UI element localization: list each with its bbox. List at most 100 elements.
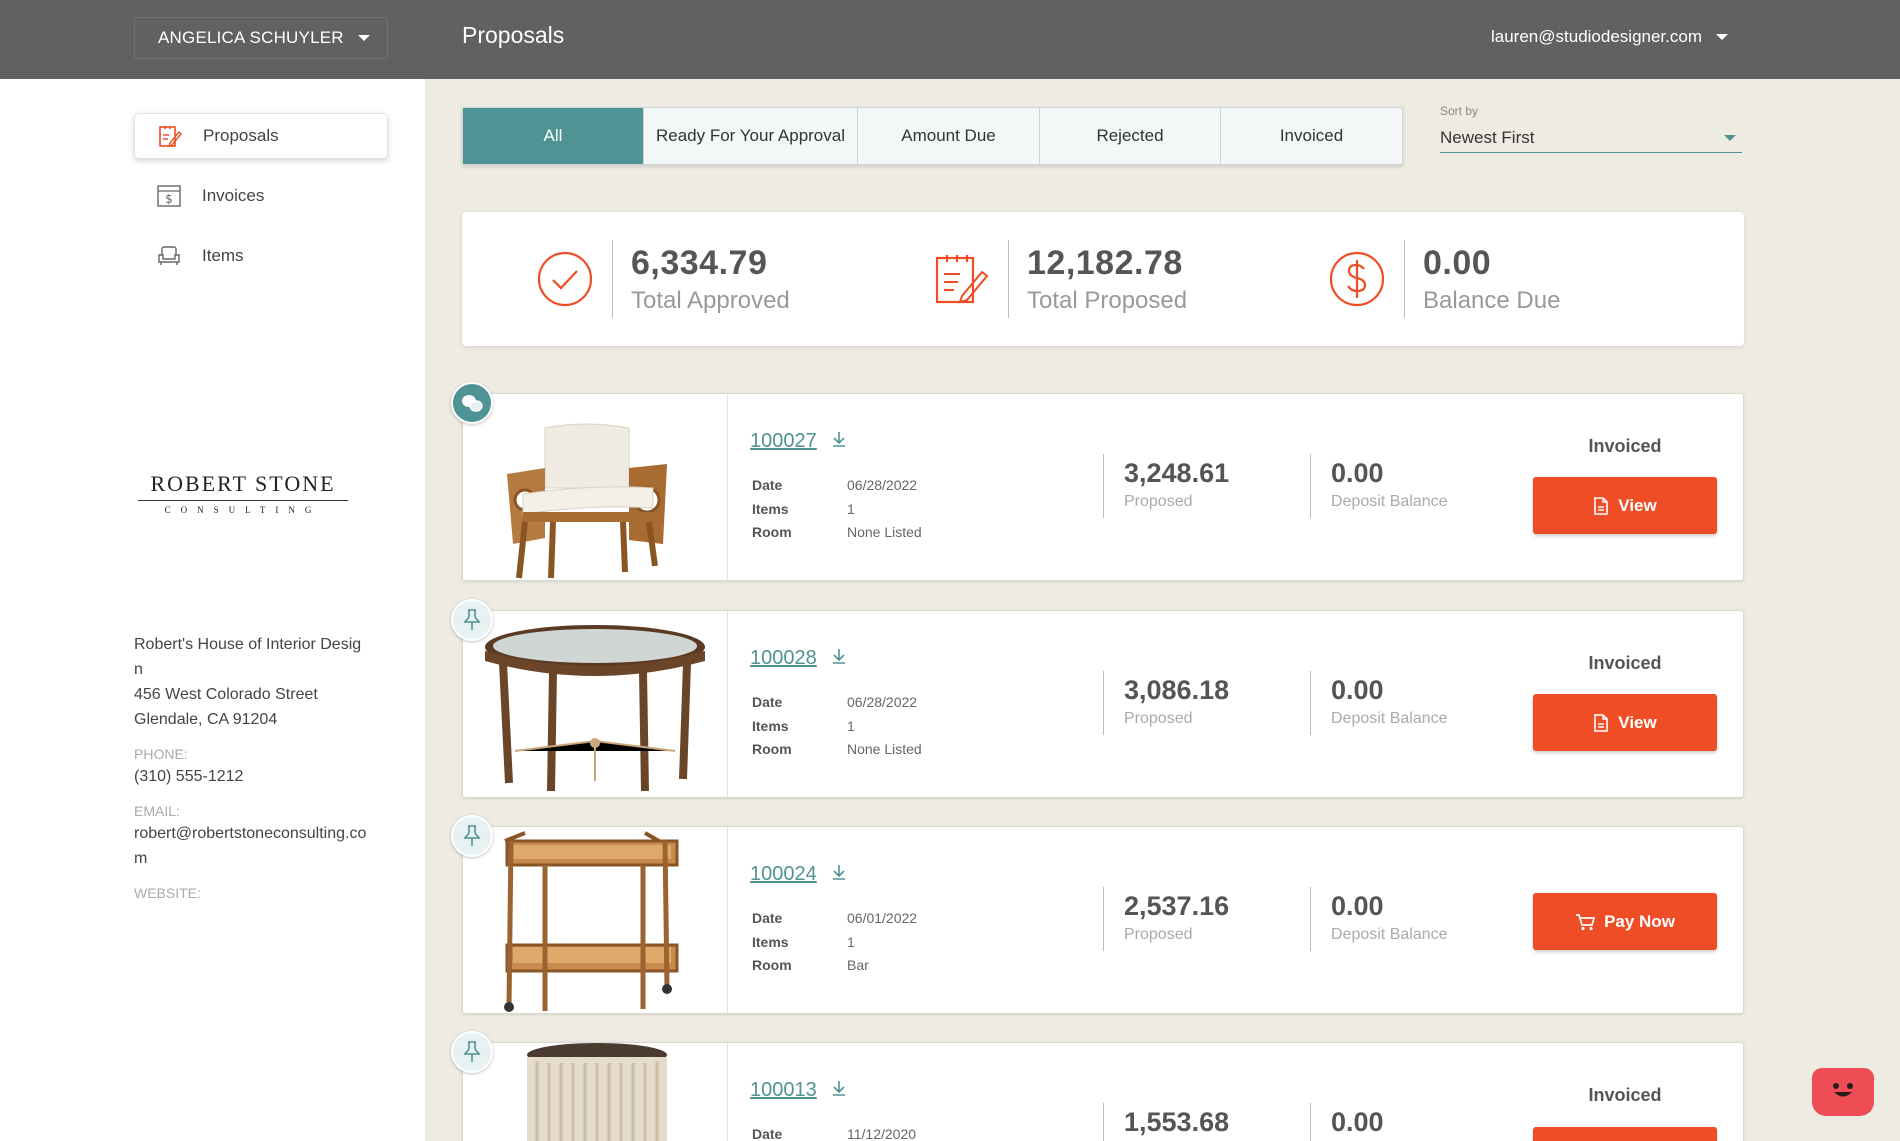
shopping-cart-icon: [1575, 913, 1596, 931]
button-label: View: [1618, 495, 1657, 515]
date-value: 06/28/2022: [847, 694, 918, 710]
sidebar-item-label: Items: [202, 246, 244, 265]
deposit-value: 0.00: [1331, 891, 1384, 921]
pin-icon[interactable]: [451, 599, 493, 641]
tab-amount-due[interactable]: Amount Due: [858, 108, 1040, 164]
user-email: lauren@studiodesigner.com: [1491, 27, 1702, 46]
pin-icon[interactable]: [451, 1031, 493, 1073]
company-name: Robert's House of Interior Design: [134, 636, 362, 678]
company-city: Glendale, CA 91204: [134, 711, 278, 728]
stat-balance-due: 0.00 Balance Due: [1326, 212, 1560, 346]
view-button[interactable]: [1533, 1127, 1717, 1141]
tab-all[interactable]: All: [463, 108, 644, 164]
logo-line-1: ROBERT STONE: [138, 471, 348, 501]
proposed-amount: 3,248.61 Proposed: [1103, 454, 1229, 518]
proposed-label: Proposed: [1124, 926, 1193, 943]
sort-label: Sort by: [1440, 104, 1479, 118]
proposal-id[interactable]: 100028: [750, 647, 817, 670]
proposal-meta: Date 11/12/2020: [752, 1123, 916, 1141]
stat-divider: [1008, 240, 1009, 318]
balance-due-label: Balance Due: [1423, 286, 1561, 314]
deposit-balance: 0.00: [1310, 1103, 1384, 1141]
view-button[interactable]: View: [1533, 477, 1717, 534]
total-proposed-label: Total Proposed: [1027, 286, 1188, 314]
pin-icon[interactable]: [451, 815, 493, 857]
sort-value-row: Newest First: [1440, 124, 1742, 153]
proposed-amount: 1,553.68: [1103, 1103, 1229, 1141]
deposit-label: Deposit Balance: [1331, 926, 1448, 943]
user-menu[interactable]: lauren@studiodesigner.com: [1491, 27, 1728, 47]
deposit-value: 0.00: [1331, 458, 1384, 488]
tab-invoiced[interactable]: Invoiced: [1221, 108, 1402, 164]
total-proposed-value: 12,182.78: [1027, 243, 1183, 282]
sidebar-item-label: Invoices: [202, 186, 265, 205]
product-image-side-table[interactable]: [463, 1043, 728, 1141]
email-value[interactable]: robert@robertstoneconsulting.com: [134, 821, 369, 871]
proposal-id-link[interactable]: 100028: [750, 647, 847, 670]
proposed-label: Proposed: [1124, 710, 1193, 727]
chat-bubbles-icon[interactable]: [451, 382, 493, 424]
button-label: View: [1618, 712, 1657, 732]
pay-now-button[interactable]: Pay Now: [1533, 893, 1717, 950]
logo-line-2: CONSULTING: [164, 505, 322, 515]
download-icon[interactable]: [831, 430, 847, 453]
proposal-id[interactable]: 100027: [750, 430, 817, 453]
stat-divider: [612, 240, 613, 318]
proposal-id[interactable]: 100013: [750, 1079, 817, 1102]
proposed-amount: 3,086.18 Proposed: [1103, 671, 1229, 735]
proposal-meta: Date 06/28/2022 Items 1 Room None Listed: [752, 474, 922, 545]
sort-value: Newest First: [1440, 128, 1535, 147]
website-label: WEBSITE:: [134, 885, 201, 901]
deposit-label: Deposit Balance: [1331, 493, 1448, 510]
proposal-id-link[interactable]: 100027: [750, 430, 847, 453]
tab-rejected[interactable]: Rejected: [1040, 108, 1221, 164]
room-value: None Listed: [847, 741, 922, 757]
items-value: 1: [847, 933, 855, 950]
tab-ready-for-approval[interactable]: Ready For Your Approval: [644, 108, 858, 164]
filter-tabs: All Ready For Your Approval Amount Due R…: [462, 107, 1403, 165]
button-label: Pay Now: [1604, 911, 1675, 931]
dollar-circle-icon: [1326, 248, 1388, 310]
download-icon[interactable]: [831, 863, 847, 886]
date-label: Date: [752, 910, 783, 926]
total-approved-value: 6,334.79: [631, 243, 768, 282]
proposed-value: 3,248.61: [1124, 458, 1230, 488]
proposed-label: Proposed: [1124, 493, 1193, 510]
proposal-card: 100013 Date 11/12/2020 1,553.68 0.00 Invo…: [451, 1031, 1744, 1141]
client-selector[interactable]: ANGELICA SCHUYLER: [134, 17, 388, 59]
sidebar-item-items[interactable]: Items: [134, 233, 388, 279]
deposit-value: 0.00: [1331, 675, 1384, 705]
sort-dropdown[interactable]: Sort by Newest First: [1440, 104, 1742, 153]
download-icon[interactable]: [831, 647, 847, 670]
armchair-icon: [156, 243, 182, 269]
product-image-armchair[interactable]: [463, 394, 728, 580]
proposal-id-link[interactable]: 100013: [750, 1079, 847, 1102]
client-name: ANGELICA SCHUYLER: [158, 28, 344, 47]
balance-due-value: 0.00: [1423, 243, 1492, 282]
date-value: 11/12/2020: [847, 1126, 917, 1141]
product-image-round-table[interactable]: [463, 611, 728, 797]
room-label: Room: [752, 957, 792, 973]
proposal-id-link[interactable]: 100024: [750, 863, 847, 886]
status-badge: Invoiced: [1588, 1085, 1662, 1105]
view-button[interactable]: View: [1533, 694, 1717, 751]
room-value: None Listed: [847, 524, 922, 540]
proposal-edit-icon: [930, 248, 992, 310]
proposal-id[interactable]: 100024: [750, 863, 817, 886]
date-label: Date: [752, 477, 783, 493]
room-label: Room: [752, 524, 792, 540]
chat-widget-button[interactable]: [1812, 1068, 1874, 1116]
deposit-balance: 0.00 Deposit Balance: [1310, 671, 1448, 735]
phone-value: (310) 555-1212: [134, 768, 244, 785]
svg-text:$: $: [165, 192, 173, 206]
top-bar: ANGELICA SCHUYLER Proposals lauren@studi…: [0, 0, 1900, 79]
invoice-dollar-icon: $: [156, 183, 182, 209]
deposit-balance: 0.00 Deposit Balance: [1310, 454, 1448, 518]
room-label: Room: [752, 741, 792, 757]
items-value: 1: [847, 500, 855, 517]
sidebar-item-proposals[interactable]: Proposals: [134, 113, 388, 159]
download-icon[interactable]: [831, 1079, 847, 1102]
product-image-bar-cart[interactable]: [463, 827, 728, 1013]
page-title: Proposals: [462, 22, 565, 48]
sidebar-item-invoices[interactable]: $ Invoices: [134, 173, 388, 219]
